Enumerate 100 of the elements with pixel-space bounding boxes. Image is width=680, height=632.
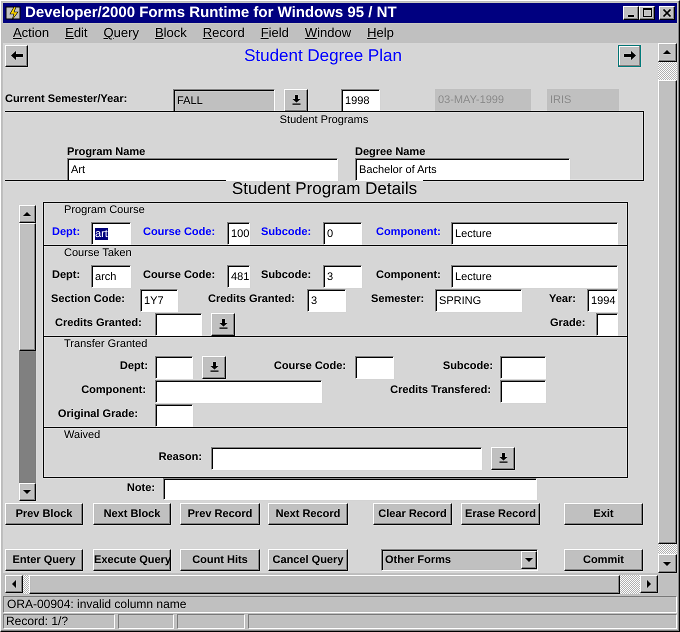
scroll-right-button[interactable]: [640, 575, 658, 594]
field-label: Semester:: [371, 292, 426, 305]
form-button[interactable]: Next Block: [93, 502, 171, 525]
form-title: Student Degree Plan: [243, 46, 403, 66]
back-button[interactable]: [5, 44, 28, 67]
field-label: Credits Granted:: [55, 316, 143, 329]
menu-item[interactable]: Action: [13, 25, 50, 40]
field-label: Note:: [126, 480, 155, 494]
arrow-right-icon: [646, 580, 652, 589]
window-title: Developer/2000 Forms Runtime for Windows 95 / NT: [25, 4, 398, 22]
close-button[interactable]: [659, 6, 675, 20]
input-field[interactable]: 3: [323, 264, 362, 288]
input-field[interactable]: Art: [67, 158, 338, 181]
input-field[interactable]: 1Y7: [140, 288, 178, 312]
input-field[interactable]: [596, 312, 618, 336]
form-button[interactable]: Erase Record: [461, 502, 540, 525]
app-icon: [5, 4, 21, 21]
input-field[interactable]: arch: [91, 264, 131, 288]
frame-legend: Student Programs: [280, 114, 368, 126]
input-field[interactable]: 3: [307, 288, 346, 312]
group-legend: Program Course: [64, 202, 627, 220]
scrollbar-thumb[interactable]: [29, 575, 620, 594]
input-field[interactable]: 481: [227, 264, 250, 288]
dropdown[interactable]: Other Forms: [381, 548, 538, 571]
form-button[interactable]: Execute Query: [93, 548, 171, 571]
input-field[interactable]: [163, 478, 537, 500]
input-field[interactable]: [500, 356, 546, 379]
scrollbar-track: [23, 575, 29, 594]
menu-item[interactable]: Window: [304, 25, 352, 40]
menu-item[interactable]: Block: [154, 25, 187, 40]
scroll-up-button[interactable]: [19, 204, 36, 223]
menu-item[interactable]: Record: [202, 25, 245, 40]
field-label: Reason:: [158, 450, 202, 463]
input-field[interactable]: Lecture: [451, 222, 618, 245]
menu-item[interactable]: Field: [260, 25, 289, 40]
minimize-button[interactable]: [623, 6, 639, 20]
field-label: Course Code:: [272, 358, 346, 372]
input-field[interactable]: [155, 404, 193, 427]
field-label: Subcode:: [261, 224, 312, 238]
minimize-icon: [628, 14, 634, 17]
scroll-left-button[interactable]: [5, 575, 23, 594]
form-button[interactable]: Clear Record: [373, 502, 452, 525]
arrow-up-icon: [23, 210, 32, 217]
input-field[interactable]: 100: [227, 222, 250, 245]
list-button[interactable]: [491, 446, 515, 470]
input-field[interactable]: [155, 356, 193, 379]
form-button[interactable]: Count Hits: [180, 548, 260, 571]
close-icon: [663, 8, 671, 17]
arrow-right-icon: [624, 51, 636, 60]
input-field[interactable]: [155, 380, 322, 403]
maximize-button[interactable]: [639, 6, 655, 20]
form-button[interactable]: Exit: [564, 502, 643, 525]
input-field[interactable]: SPRING: [435, 288, 522, 312]
input-field[interactable]: [211, 446, 482, 470]
form-button[interactable]: Commit: [564, 548, 643, 571]
download-arrow-icon: [498, 453, 508, 464]
field-label: Dept:: [52, 268, 82, 281]
menu-item[interactable]: Query: [104, 25, 139, 40]
forward-button[interactable]: [618, 44, 641, 67]
input-field[interactable]: 0: [323, 222, 362, 245]
input-field[interactable]: 1994: [587, 288, 618, 312]
input-field[interactable]: art: [91, 222, 131, 245]
arrow-left-icon: [11, 580, 17, 589]
form-button[interactable]: Enter Query: [5, 548, 83, 571]
field-label: Degree Name: [355, 146, 426, 158]
field-label: Current Semester/Year:: [5, 92, 128, 105]
field-label: Component:: [376, 268, 442, 281]
input-field[interactable]: FALL: [173, 88, 275, 112]
scrollbar-thumb[interactable]: [658, 80, 677, 544]
arrow-left-icon: [10, 51, 22, 60]
input-field[interactable]: Bachelor of Arts: [355, 158, 570, 181]
form-button[interactable]: Next Record: [268, 502, 348, 525]
scroll-up-button[interactable]: [658, 42, 677, 62]
field-label: Course Code:: [143, 268, 216, 281]
input-field[interactable]: Lecture: [451, 264, 618, 288]
form-button[interactable]: Prev Record: [180, 502, 260, 525]
caret-icon: [524, 556, 534, 563]
scroll-down-button[interactable]: [19, 482, 36, 501]
input-field[interactable]: [500, 380, 546, 403]
list-button[interactable]: [202, 356, 226, 379]
download-arrow-icon: [210, 362, 218, 372]
dropdown-button[interactable]: [521, 550, 537, 569]
input-field[interactable]: [355, 356, 394, 379]
arrow-up-icon: [663, 49, 672, 56]
scrollbar-thumb[interactable]: [19, 222, 36, 351]
list-button[interactable]: [211, 312, 235, 336]
record-indicator: Record: 1/?: [3, 614, 115, 630]
field-label: Dept:: [52, 224, 82, 238]
input-field[interactable]: [155, 312, 202, 336]
arrow-down-icon: [23, 488, 32, 495]
menu-item[interactable]: Edit: [65, 25, 88, 40]
field-label: Section Code:: [51, 292, 126, 305]
field-label: Component:: [376, 224, 442, 238]
list-button[interactable]: [284, 88, 308, 112]
scroll-down-button[interactable]: [658, 554, 677, 574]
form-button[interactable]: Prev Block: [5, 502, 83, 525]
menu-item[interactable]: Help: [367, 25, 394, 40]
status-cell: [177, 614, 245, 630]
input-field[interactable]: 1998: [341, 88, 380, 112]
form-button[interactable]: Cancel Query: [268, 548, 348, 571]
